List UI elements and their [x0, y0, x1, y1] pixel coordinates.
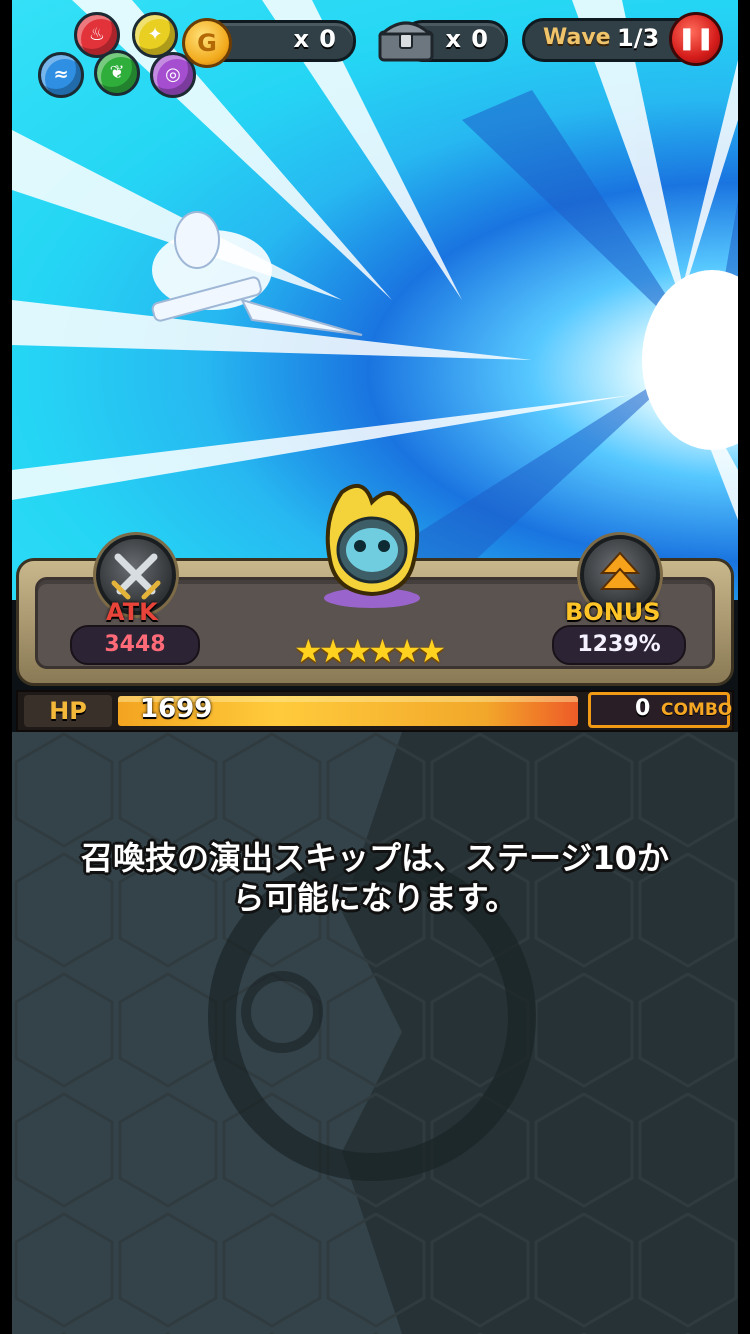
- pause-button[interactable]: ❚❚: [669, 12, 723, 66]
- treasure-chest-icon: [378, 21, 434, 62]
- rarity-stars: ★★★★★★: [294, 632, 446, 670]
- chest-count: x 0: [445, 25, 489, 53]
- bonus-label: BONUS: [565, 598, 661, 626]
- skip-notice: 召喚技の演出スキップは、ステージ10か ら可能になります。: [52, 838, 698, 918]
- notice-line-2: ら可能になります。: [232, 879, 518, 917]
- coin-icon: G: [182, 18, 232, 68]
- wave-label: Wave: [543, 25, 611, 50]
- pause-icon: ❚❚: [677, 26, 715, 51]
- atk-value: 3448: [70, 625, 200, 665]
- puzzle-board[interactable]: [12, 732, 738, 1334]
- wave-value: 1/3: [617, 24, 660, 52]
- hp-bar: HP 1699 0 COMBO: [16, 690, 734, 732]
- coin-count: x 0: [293, 25, 337, 53]
- hex-board-pattern: [12, 732, 738, 1334]
- combo-label: COMBO: [661, 700, 733, 720]
- notice-line-1: 召喚技の演出スキップは、ステージ10か: [81, 839, 669, 877]
- summon-monster-avatar[interactable]: [312, 480, 432, 610]
- hp-label: HP: [24, 695, 112, 727]
- combo-count: 0: [635, 696, 651, 721]
- element-orbs: ♨ ✦ ≈ ❦ ◎: [32, 10, 207, 110]
- combo-counter: 0 COMBO: [588, 692, 733, 728]
- bonus-value: 1239%: [552, 625, 686, 665]
- game-screen: ♨ ✦ ≈ ❦ ◎ x 0 G x 0 Wave 1/3 ❚❚ ATK 3448…: [12, 0, 738, 1334]
- water-orb-icon: ≈: [38, 52, 84, 98]
- wood-orb-icon: ❦: [94, 50, 140, 96]
- hp-value: 1699: [140, 694, 213, 724]
- atk-label: ATK: [106, 598, 158, 626]
